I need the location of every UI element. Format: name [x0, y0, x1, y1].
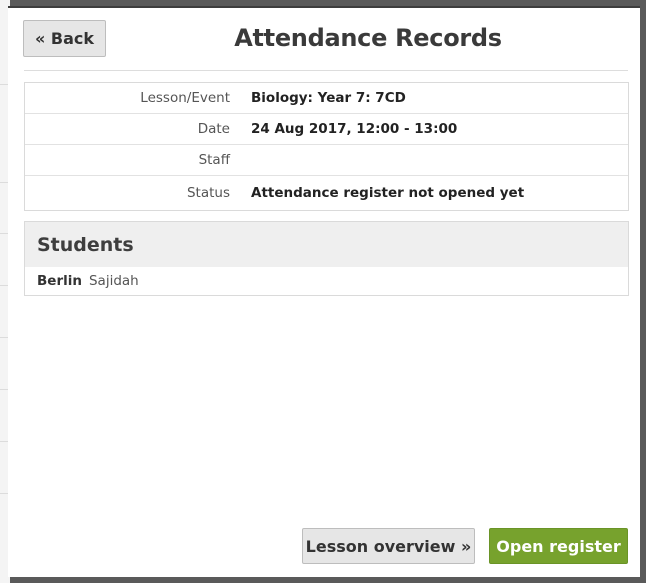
details-row-status: Status Attendance register not opened ye…: [25, 176, 628, 210]
details-value: Attendance register not opened yet: [251, 185, 525, 201]
details-value: Biology: Year 7: 7CD: [251, 90, 406, 106]
details-label: Date: [197, 121, 230, 137]
details-row-lesson: Lesson/Event Biology: Year 7: 7CD: [25, 83, 628, 114]
page-title: Attendance Records: [234, 24, 502, 52]
open-register-button[interactable]: Open register: [489, 528, 628, 564]
students-heading: Students: [25, 222, 628, 267]
student-last-name: Berlin: [37, 273, 82, 289]
details-row-date: Date 24 Aug 2017, 12:00 - 13:00: [25, 114, 628, 145]
lesson-overview-button[interactable]: Lesson overview »: [302, 528, 475, 564]
details-row-staff: Staff: [25, 145, 628, 176]
details-label: Staff: [198, 152, 230, 168]
lesson-details-table: Lesson/Event Biology: Year 7: 7CD Date 2…: [24, 82, 629, 211]
details-label: Status: [186, 185, 230, 201]
details-value: 24 Aug 2017, 12:00 - 13:00: [251, 121, 458, 137]
students-panel: Students Berlin Sajidah: [24, 221, 629, 296]
details-label: Lesson/Event: [140, 90, 230, 106]
title-divider: [24, 70, 628, 71]
student-first-name: Sajidah: [88, 273, 139, 289]
attendance-modal: « Back Attendance Records Lesson/Event B…: [8, 6, 640, 577]
back-button[interactable]: « Back: [23, 20, 106, 57]
student-row: Berlin Sajidah: [25, 267, 628, 295]
